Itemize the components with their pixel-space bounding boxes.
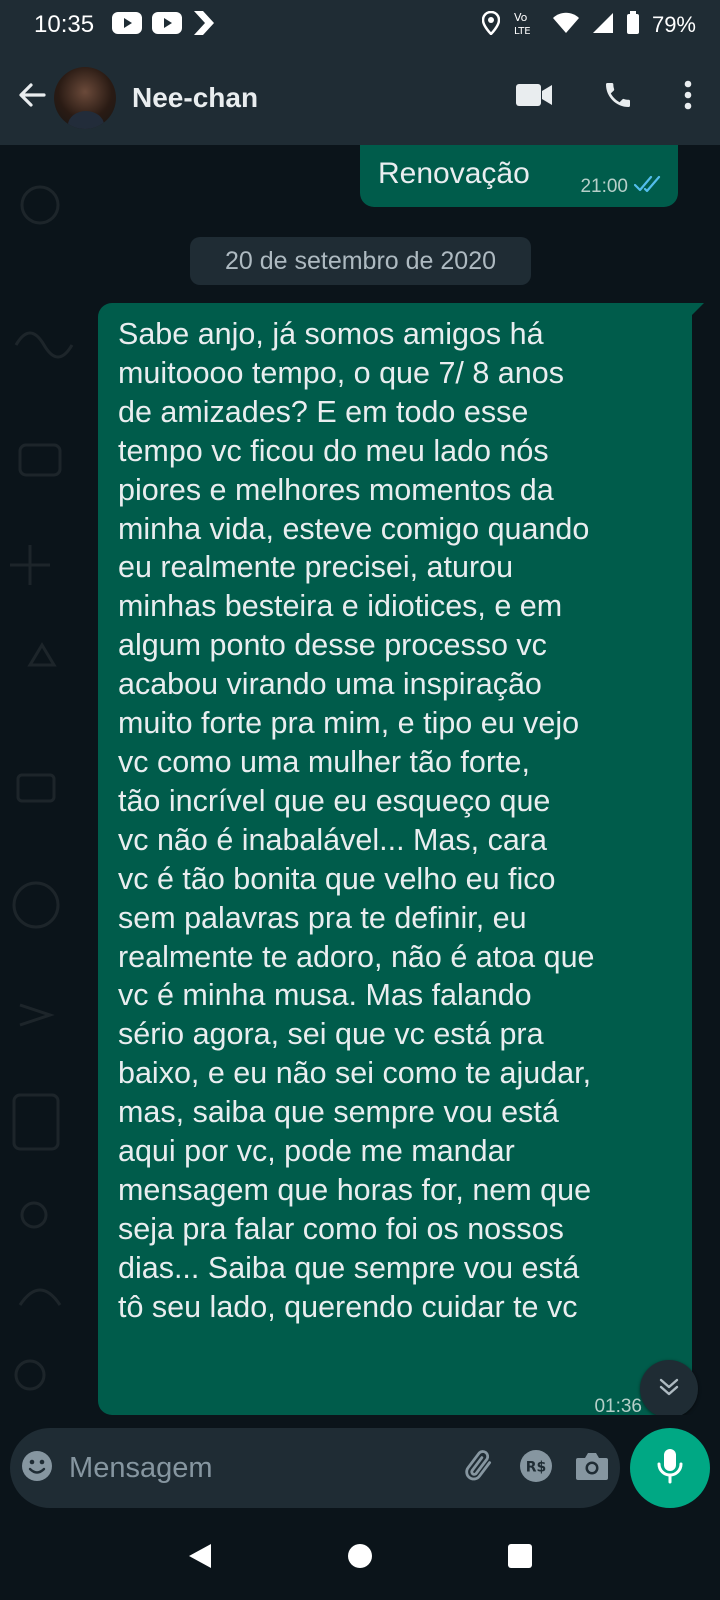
message-line: de amizades? E em todo esse xyxy=(118,394,529,429)
payment-button[interactable]: R$ xyxy=(508,1428,564,1508)
svg-text:Vo: Vo xyxy=(514,11,528,24)
date-separator: 20 de setembro de 2020 xyxy=(190,237,531,285)
message-line: mas, saiba que sempre vou está xyxy=(118,1095,559,1130)
message-input[interactable] xyxy=(63,1428,453,1508)
message-line: tô seu lado, querendo cuidar te vc xyxy=(118,1289,578,1324)
message-line: algum ponto desse processo vc xyxy=(118,628,547,663)
message-line: eu realmente precisei, aturou xyxy=(118,550,514,585)
emoji-button[interactable] xyxy=(10,1428,63,1508)
phone-icon xyxy=(602,79,634,116)
voice-message-button[interactable] xyxy=(630,1428,710,1508)
circle-home-icon xyxy=(347,1543,373,1574)
message-line: sem palavras pra te definir, eu xyxy=(118,900,527,935)
message-line: baixo, e eu não sei como te ajudar, xyxy=(118,1056,592,1091)
avatar[interactable] xyxy=(54,66,116,129)
message-composer: R$ xyxy=(10,1428,620,1508)
message-time: 01:36 xyxy=(594,1396,642,1415)
message-line: tão incrível que eu esqueço que xyxy=(118,783,551,818)
message-line: seja pra falar como foi os nossos xyxy=(118,1211,564,1246)
chat-header: Nee-chan xyxy=(0,50,720,145)
nav-home-button[interactable] xyxy=(320,1528,400,1588)
nav-recents-button[interactable] xyxy=(480,1528,560,1588)
camera-button[interactable] xyxy=(564,1428,620,1508)
svg-text:LTE: LTE xyxy=(514,26,531,37)
message-line: tempo vc ficou do meu lado nós xyxy=(118,433,549,468)
message-line: piores e melhores momentos da xyxy=(118,472,554,507)
more-options-button[interactable] xyxy=(660,50,716,145)
message-text: Renovação xyxy=(378,157,530,190)
youtube-icon xyxy=(112,11,143,39)
volte-icon: Vo LTE xyxy=(512,9,540,42)
triangle-back-icon xyxy=(187,1542,213,1575)
svg-text:R$: R$ xyxy=(526,1459,547,1475)
video-call-button[interactable] xyxy=(492,50,576,145)
read-ticks-icon xyxy=(633,175,664,199)
youtube-icon xyxy=(152,11,183,39)
message-line: minha vida, esteve comigo quando xyxy=(118,511,590,546)
message-line: Sabe anjo, já somos amigos há xyxy=(118,317,544,351)
nav-back-button[interactable] xyxy=(160,1528,240,1588)
message-meta: 21:00 xyxy=(580,175,664,199)
message-line: vc como uma mulher tão forte, xyxy=(118,744,530,779)
bubble-tail xyxy=(690,303,704,317)
location-icon xyxy=(481,10,501,40)
more-vert-icon xyxy=(684,80,692,115)
camera-icon xyxy=(574,1450,610,1487)
message-line: mensagem que horas for, nem que xyxy=(118,1172,592,1207)
back-button[interactable] xyxy=(6,50,58,145)
attach-icon xyxy=(462,1448,498,1489)
message-line: minhas besteira e idiotices, e em xyxy=(118,589,563,624)
back-arrow-icon xyxy=(17,80,47,115)
payment-icon: R$ xyxy=(519,1449,553,1488)
message-time: 21:00 xyxy=(580,176,628,197)
message-line: muito forte pra mim, e tipo eu vejo xyxy=(118,706,580,741)
attach-button[interactable] xyxy=(452,1428,508,1508)
status-bar: 10:35 Vo LTE 79% xyxy=(0,0,720,50)
phone-call-button[interactable] xyxy=(576,50,660,145)
chat-area[interactable]: Renovação 21:00 20 de setembro de 2020 S… xyxy=(0,145,720,1415)
square-recents-icon xyxy=(507,1543,533,1574)
message-line: vc é minha musa. Mas falando xyxy=(118,978,532,1013)
message-text: Sabe anjo, já somos amigos há muitoooo t… xyxy=(118,315,678,1327)
message-line: aqui por vc, pode me mandar xyxy=(118,1134,515,1169)
wifi-icon xyxy=(552,12,580,39)
mic-icon xyxy=(656,1448,684,1489)
emoji-icon xyxy=(20,1449,54,1488)
status-time: 10:35 xyxy=(34,11,95,38)
battery-icon xyxy=(626,10,640,40)
message-line: vc não é inabalável... Mas, cara xyxy=(118,822,547,857)
message-line: realmente te adoro, não é atoa que xyxy=(118,939,595,974)
double-chevron-down-icon xyxy=(657,1375,681,1404)
system-nav-bar xyxy=(0,1516,720,1600)
message-line: acabou virando uma inspiração xyxy=(118,667,542,702)
video-call-icon xyxy=(515,82,553,113)
signal-icon xyxy=(592,12,614,39)
contact-name[interactable]: Nee-chan xyxy=(132,82,258,114)
plex-icon xyxy=(192,10,216,41)
message-line: sério agora, sei que vc está pra xyxy=(118,1017,544,1052)
scroll-to-bottom-button[interactable] xyxy=(640,1360,698,1415)
message-line: vc é tão bonita que velho eu fico xyxy=(118,861,556,896)
message-line: muitoooo tempo, o que 7/ 8 anos xyxy=(118,355,564,390)
message-line: dias... Saiba que sempre vou está xyxy=(118,1250,580,1285)
battery-percent: 79% xyxy=(651,12,696,37)
message-bubble-outgoing[interactable]: Sabe anjo, já somos amigos há muitoooo t… xyxy=(98,303,704,1415)
message-bubble-outgoing[interactable]: Renovação 21:00 xyxy=(360,145,678,207)
